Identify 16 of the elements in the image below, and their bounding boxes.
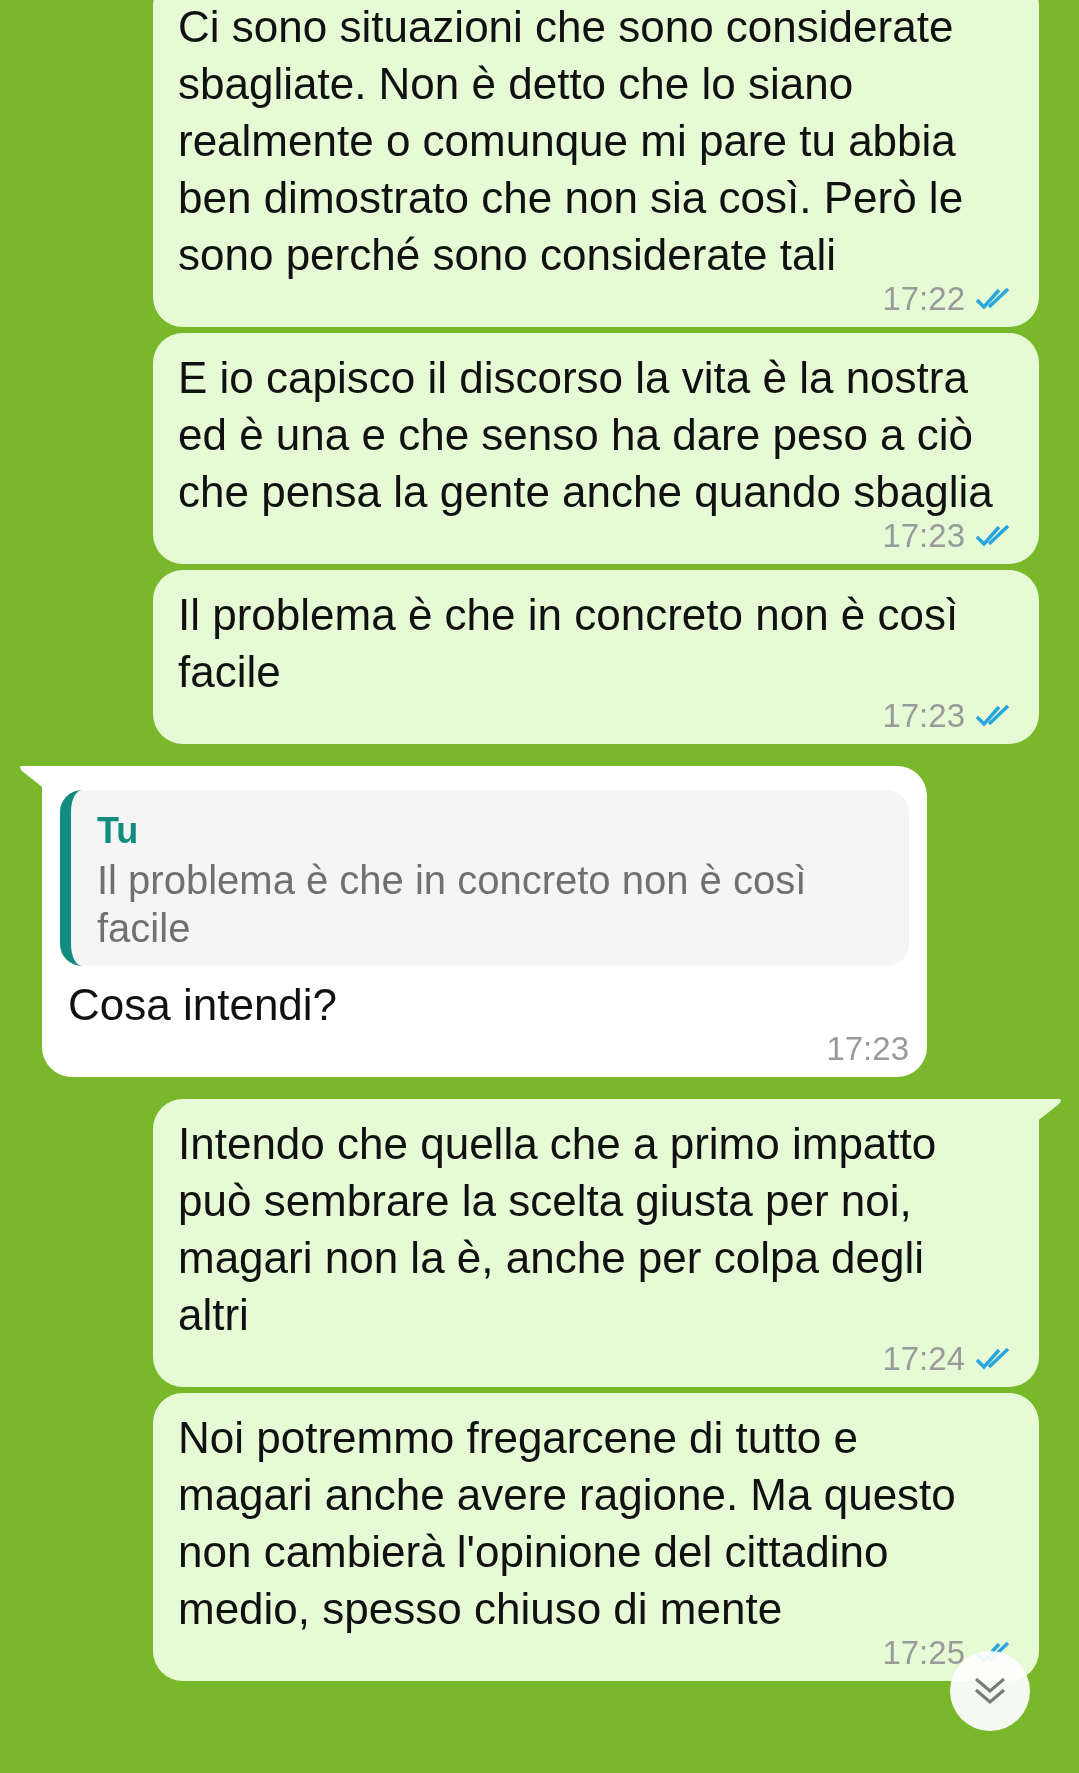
quote-author: Tu bbox=[97, 809, 140, 853]
message-text: Cosa intendi? bbox=[68, 980, 338, 1029]
quote-text: Il problema è che in concreto non è così facile bbox=[97, 857, 808, 952]
message-time: 17:24 bbox=[882, 1339, 965, 1379]
message-time: 17:25 bbox=[882, 1633, 965, 1673]
message-time: 17:23 bbox=[882, 516, 965, 556]
message-text: Ci sono situazioni che sono considerate sbagliate. Non è detto che lo siano realmente o comunque mi pare tu abbia ben dimostrato che non sia così. Però le sono perché sono considerate tali bbox=[178, 2, 964, 279]
message-text: Il problema è che in concreto non è così facile bbox=[178, 590, 959, 696]
double-chevron-down-icon bbox=[973, 1676, 1007, 1706]
message-time: 17:23 bbox=[882, 696, 965, 736]
quoted-message[interactable]: Tu Il problema è che in concreto non è così facile bbox=[60, 790, 909, 966]
message-time: 17:22 bbox=[882, 279, 965, 319]
message-text: Intendo che quella che a primo impatto può sembrare la scelta giusta per noi, magari non la è, anche per colpa degli altri bbox=[178, 1119, 937, 1339]
message-text: E io capisco il discorso la vita è la nostra ed è una e che senso ha dare peso a ciò che pensa la gente anche quando sbaglia bbox=[178, 353, 993, 516]
message-time: 17:23 bbox=[826, 1029, 909, 1069]
message-text: Noi potremmo fregarcene di tutto e magari anche avere ragione. Ma questo non cambierà l'opinione del cittadino medio, spesso chiuso di mente bbox=[178, 1413, 956, 1633]
